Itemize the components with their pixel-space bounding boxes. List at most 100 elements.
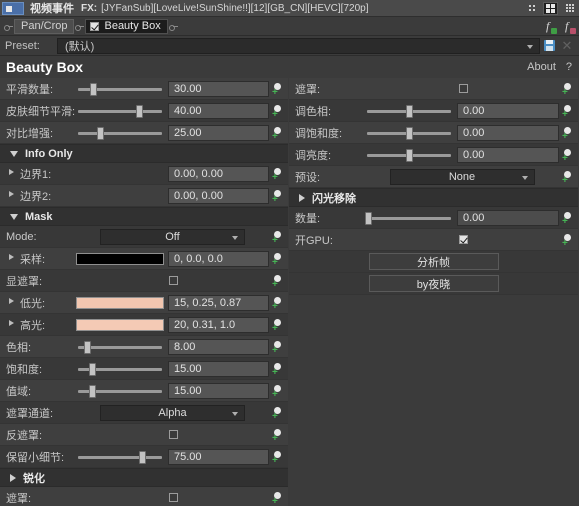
slider-thumb[interactable] <box>90 82 97 96</box>
checkbox-gpu[interactable] <box>458 235 468 244</box>
slider-adjust-hue[interactable] <box>365 102 453 120</box>
slider-skin-detail-smoothing[interactable] <box>76 102 164 120</box>
section-sharpen[interactable]: 锐化 <box>0 468 288 487</box>
keyframe-icon[interactable] <box>561 103 576 120</box>
value-adjust-saturation[interactable]: 0.00 <box>457 124 559 141</box>
value-high-light[interactable]: 20, 0.31, 1.0 <box>168 316 269 333</box>
about-link[interactable]: About <box>527 61 556 73</box>
keyframe-icon[interactable] <box>271 490 286 506</box>
keyframe-icon[interactable] <box>271 383 286 400</box>
value-skin-detail-smoothing[interactable]: 40.00 <box>168 102 269 119</box>
tab-beauty-box-checkbox[interactable] <box>90 21 100 31</box>
chain-link-icon <box>75 21 85 32</box>
slider-hue[interactable] <box>76 338 164 356</box>
keyframe-icon[interactable] <box>271 317 286 334</box>
value-flicker-amount[interactable]: 0.00 <box>457 209 559 226</box>
keyframe-icon[interactable] <box>271 229 286 246</box>
checkbox-invert-mask[interactable] <box>169 430 178 439</box>
tab-beauty-box[interactable]: Beauty Box <box>85 18 168 34</box>
chevron-right-icon[interactable] <box>9 168 14 175</box>
keyframe-icon[interactable] <box>271 125 286 142</box>
param-label-text: 边界1: <box>20 168 52 181</box>
help-icon[interactable]: ? <box>566 61 572 73</box>
value-adjust-brightness[interactable]: 0.00 <box>457 146 559 163</box>
keyframe-icon[interactable] <box>561 125 576 142</box>
value-adjust-hue[interactable]: 0.00 <box>457 102 559 119</box>
dots-menu-icon[interactable] <box>524 2 539 15</box>
preset-dropdown[interactable]: (默认) <box>57 37 540 54</box>
keyframe-icon[interactable] <box>561 232 576 249</box>
color-swatch-low-light[interactable] <box>76 296 164 309</box>
slider-thumb[interactable] <box>406 104 413 118</box>
slider-thumb[interactable] <box>97 126 104 140</box>
slider-thumb[interactable] <box>365 211 372 225</box>
keyframe-icon[interactable] <box>561 210 576 227</box>
chevron-right-icon[interactable] <box>9 297 14 304</box>
section-flicker-removal[interactable]: 闪光移除 <box>289 188 578 207</box>
slider-thumb[interactable] <box>406 148 413 162</box>
analyze-frame-button[interactable]: 分析帧 <box>368 253 499 270</box>
slider-saturation[interactable] <box>76 360 164 378</box>
preset-bar: Preset: (默认) ✕ <box>0 36 579 56</box>
chevron-right-icon[interactable] <box>9 190 14 197</box>
grid-view-icon[interactable] <box>543 1 558 15</box>
keyframe-icon[interactable] <box>271 273 286 290</box>
dropdown-mask-channel[interactable]: Alpha <box>100 404 245 421</box>
slider-flicker-amount[interactable] <box>365 209 453 227</box>
tab-pan-crop[interactable]: Pan/Crop <box>14 18 75 34</box>
checkbox-sharpen-mask[interactable] <box>169 493 178 502</box>
value-smooth-amount[interactable]: 30.00 <box>168 80 269 97</box>
remove-plugin-icon[interactable]: f <box>562 19 576 34</box>
section-info-only[interactable]: Info Only <box>0 144 288 163</box>
value-contrast-enhance[interactable]: 25.00 <box>168 124 269 141</box>
color-swatch-mask-sample[interactable] <box>76 252 164 265</box>
value-saturation[interactable]: 15.00 <box>168 360 269 377</box>
keyframe-icon[interactable] <box>271 166 286 183</box>
slider-smooth-amount[interactable] <box>76 80 164 98</box>
value-hue[interactable]: 8.00 <box>168 338 269 355</box>
keyframe-icon[interactable] <box>271 103 286 120</box>
slider-thumb[interactable] <box>406 126 413 140</box>
keyframe-icon[interactable] <box>271 295 286 312</box>
slider-contrast-enhance[interactable] <box>76 124 164 142</box>
slider-thumb[interactable] <box>89 384 96 398</box>
keyframe-icon[interactable] <box>271 405 286 422</box>
keyframe-icon[interactable] <box>271 449 286 466</box>
chevron-right-icon[interactable] <box>9 319 14 326</box>
keyframe-icon[interactable] <box>561 147 576 164</box>
keyframe-icon[interactable] <box>271 251 286 268</box>
checkbox-show-mask[interactable] <box>169 276 178 285</box>
value-boundary-1[interactable]: 0.00, 0.00 <box>168 165 269 182</box>
add-plugin-icon[interactable]: f <box>543 19 557 34</box>
keyframe-icon[interactable] <box>271 188 286 205</box>
slider-thumb[interactable] <box>136 104 143 118</box>
checkbox-matte[interactable] <box>458 84 468 93</box>
value-value-range[interactable]: 15.00 <box>168 382 269 399</box>
section-mask[interactable]: Mask <box>0 207 288 226</box>
slider-adjust-saturation[interactable] <box>365 124 453 142</box>
slider-thumb[interactable] <box>89 362 96 376</box>
value-keep-small-detail[interactable]: 75.00 <box>168 448 269 465</box>
keyframe-icon[interactable] <box>561 169 576 186</box>
list-view-icon[interactable] <box>562 2 577 15</box>
save-preset-button[interactable] <box>540 37 558 54</box>
slider-value-range[interactable] <box>76 382 164 400</box>
chevron-right-icon[interactable] <box>9 253 14 260</box>
keyframe-icon[interactable] <box>271 427 286 444</box>
keyframe-icon[interactable] <box>561 81 576 98</box>
dropdown-preset[interactable]: None <box>389 168 535 185</box>
combo-container: None <box>365 168 561 185</box>
slider-thumb[interactable] <box>139 450 146 464</box>
keyframe-icon[interactable] <box>271 339 286 356</box>
slider-thumb[interactable] <box>84 340 91 354</box>
slider-keep-small-detail[interactable] <box>76 448 164 466</box>
credit-button[interactable]: by夜晓 <box>368 275 499 292</box>
color-swatch-high-light[interactable] <box>76 318 164 331</box>
dropdown-mask-mode[interactable]: Off <box>100 228 245 245</box>
value-boundary-2[interactable]: 0.00, 0.00 <box>168 187 269 204</box>
value-low-light[interactable]: 15, 0.25, 0.87 <box>168 294 269 311</box>
keyframe-icon[interactable] <box>271 81 286 98</box>
slider-adjust-brightness[interactable] <box>365 146 453 164</box>
value-mask-sample[interactable]: 0, 0.0, 0.0 <box>168 250 269 267</box>
keyframe-icon[interactable] <box>271 361 286 378</box>
